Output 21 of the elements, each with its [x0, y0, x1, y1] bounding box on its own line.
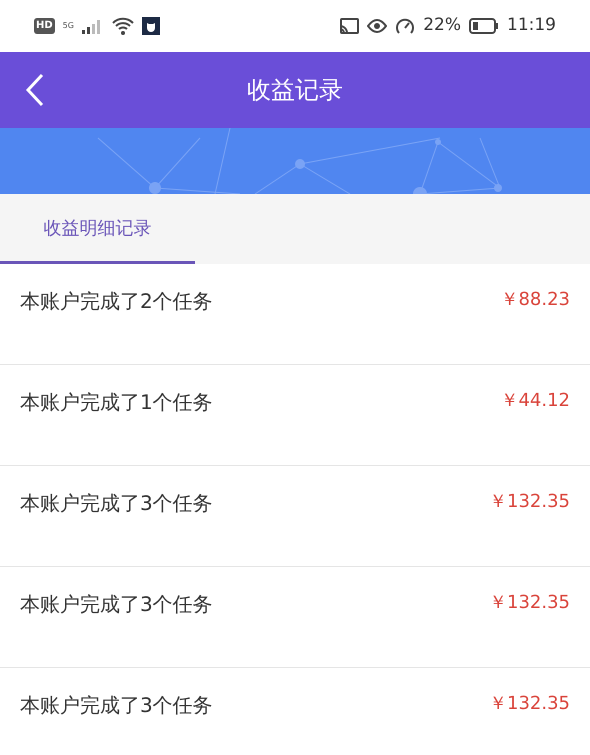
eye-icon — [367, 19, 388, 33]
page-title: 收益记录 — [247, 75, 343, 106]
record-description: 本账户完成了3个任务 — [20, 490, 213, 517]
record-description: 本账户完成了3个任务 — [20, 692, 213, 719]
record-amount: ￥44.12 — [500, 389, 570, 413]
record-amount: ￥132.35 — [489, 692, 570, 716]
record-description: 本账户完成了3个任务 — [20, 591, 213, 618]
record-amount: ￥132.35 — [489, 591, 570, 615]
speedometer-icon — [395, 17, 416, 35]
record-amount: ￥132.35 — [489, 490, 570, 514]
cast-icon — [339, 18, 360, 34]
record-amount: ￥88.23 — [500, 288, 570, 312]
wifi-icon — [112, 17, 134, 35]
record-description: 本账户完成了2个任务 — [20, 288, 213, 315]
app-icon — [142, 17, 160, 35]
battery-icon — [469, 18, 499, 34]
record-description: 本账户完成了1个任务 — [20, 389, 213, 416]
battery-percent: 22% — [423, 14, 461, 38]
network-label: 5G — [62, 20, 74, 32]
hd-badge: HD — [34, 18, 55, 34]
clock-time: 11:19 — [507, 14, 556, 38]
